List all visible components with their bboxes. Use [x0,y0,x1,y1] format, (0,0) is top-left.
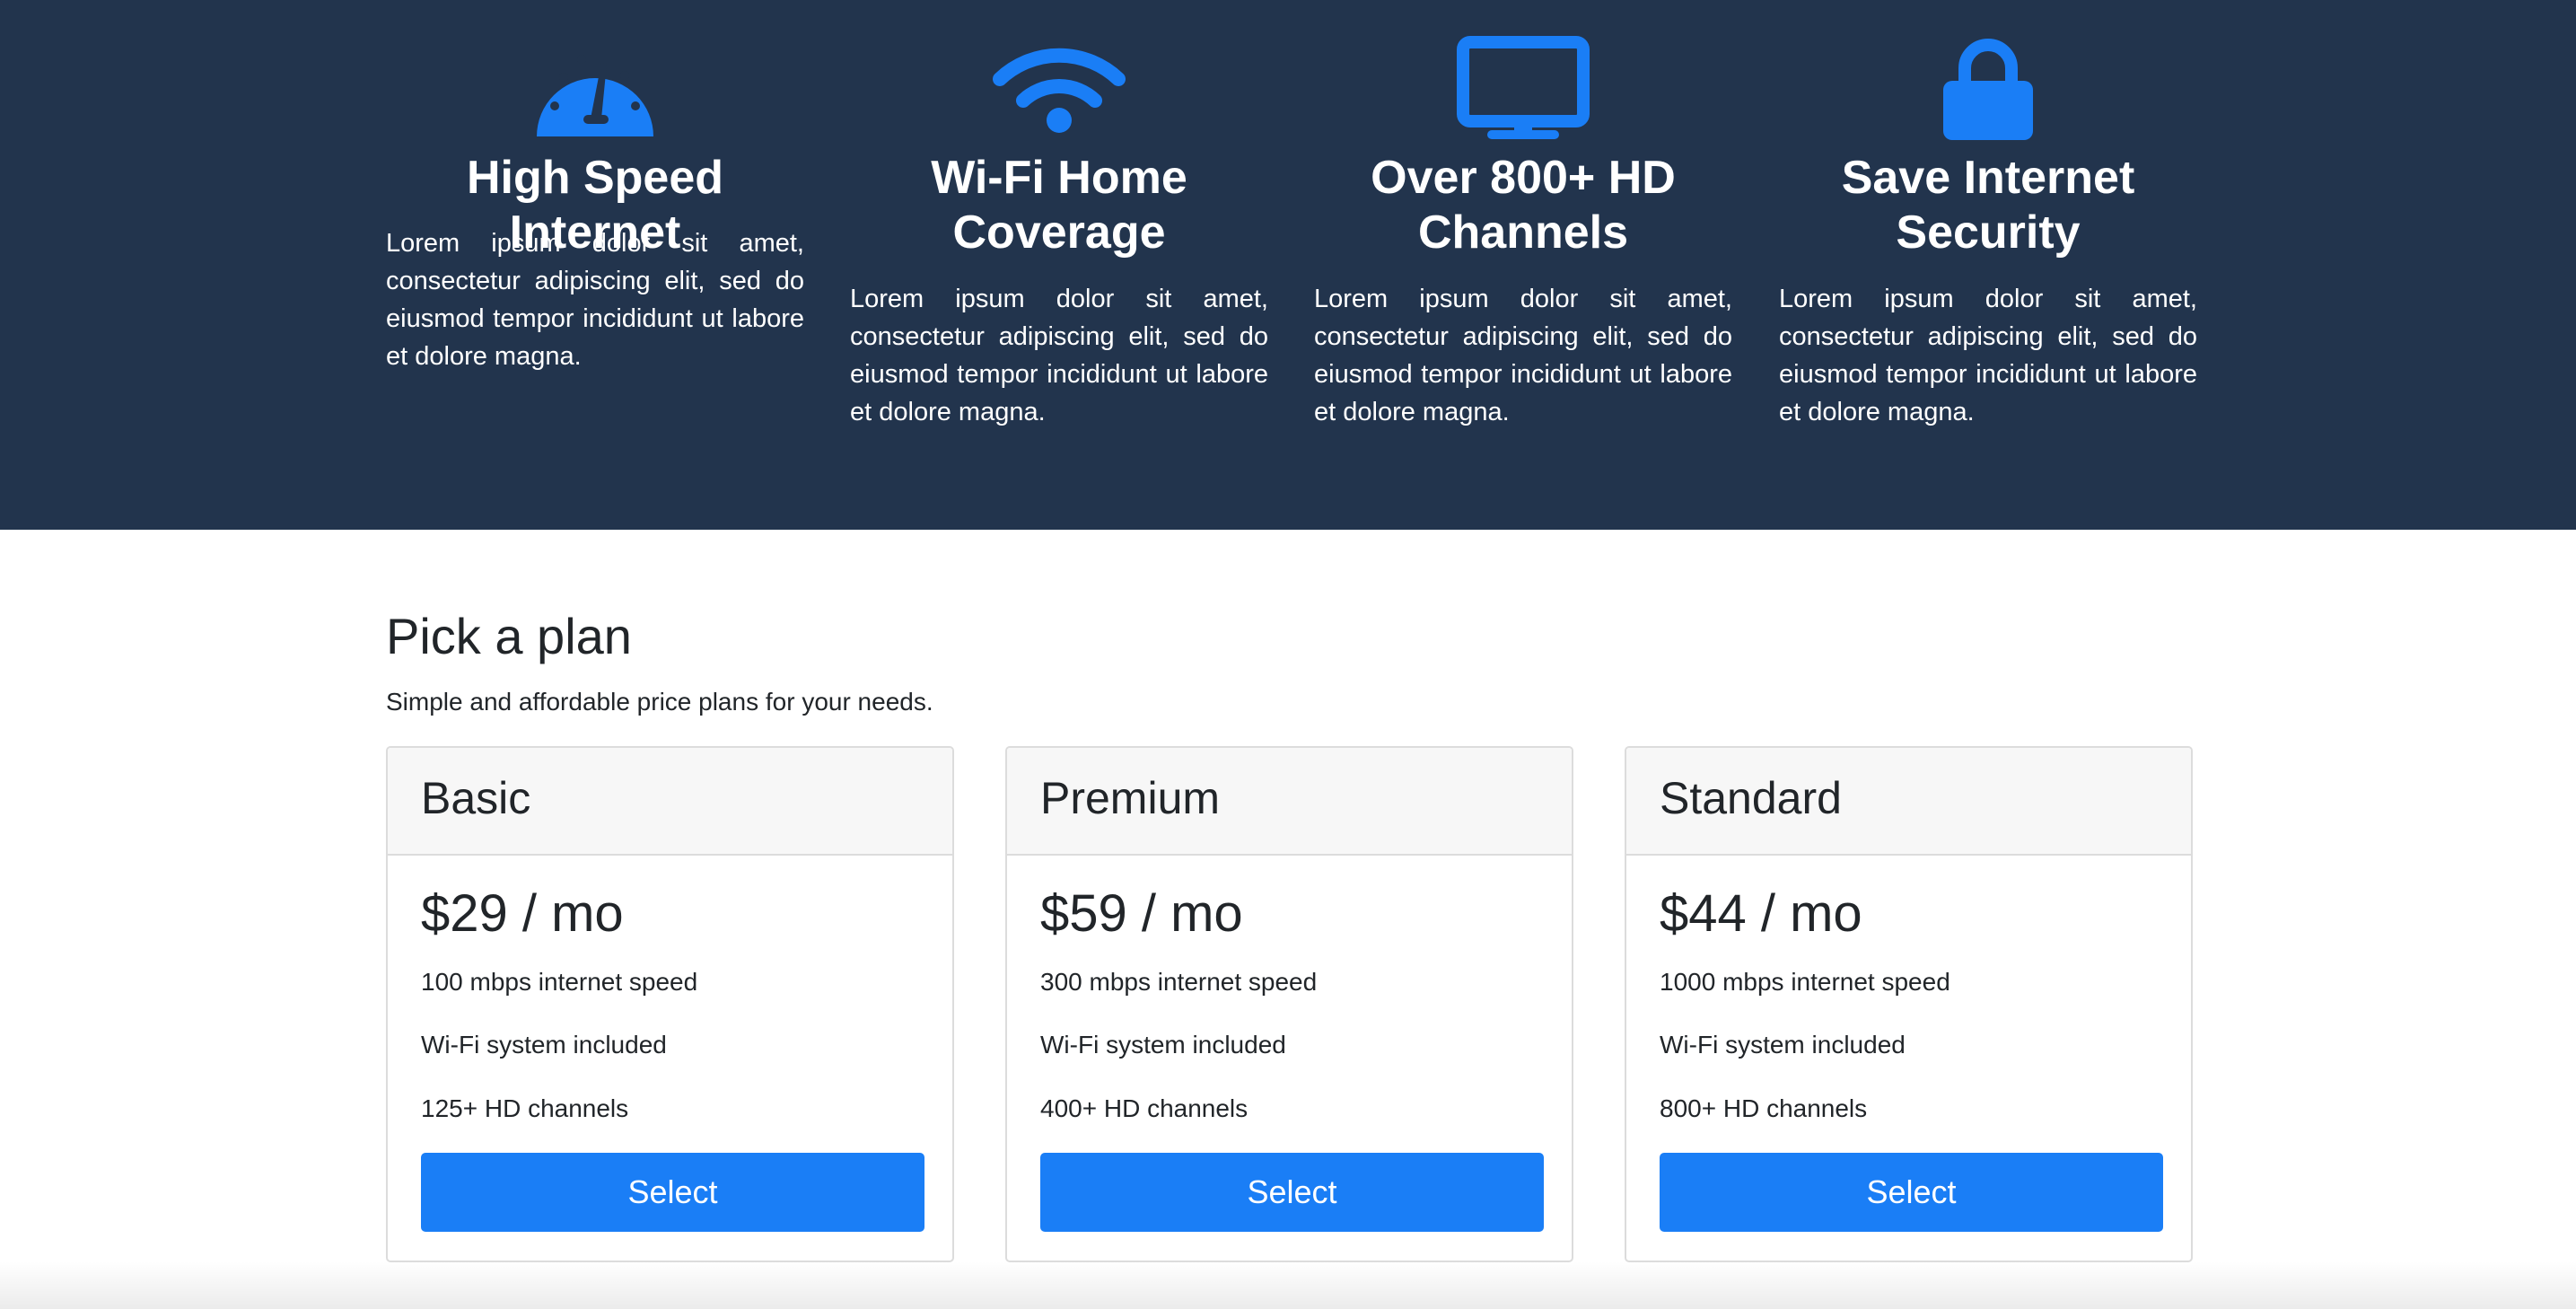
plan-feature: 1000 mbps internet speed [1660,968,1950,996]
select-premium-button[interactable]: Select [1040,1153,1544,1232]
plan-name: Basic [421,773,531,823]
plan-name: Standard [1660,773,1842,823]
feature-title: Save Internet Security [1779,151,2197,260]
plan-feature: 400+ HD channels [1040,1094,1249,1122]
feature-title: Wi-Fi Home Coverage [850,151,1268,260]
plan-feature: 125+ HD channels [421,1094,629,1122]
feature-description: Lorem ipsum dolor sit amet, consectetur … [1314,285,1732,426]
plan-feature: Wi-Fi system included [1040,1031,1286,1059]
plan-feature: 800+ HD channels [1660,1094,1868,1122]
plan-price: $59 / mo [1040,884,1243,943]
footer-shadow [0,1261,2576,1309]
wifi-icon [850,41,1268,149]
feature-description: Lorem ipsum dolor sit amet, consectetur … [386,229,804,371]
feature-title-line: Channels [1417,206,1629,259]
feature-title-line: Save Internet [1841,152,2135,204]
lock-icon [1779,36,2197,144]
plan-card-header: Premium [1007,748,1572,856]
plan-card-standard: Standard $44 / mo 1000 mbps internet spe… [1625,746,2193,1262]
plan-price: $29 / mo [421,884,624,943]
plan-card-header: Basic [388,748,952,856]
feature-title-line: Wi-Fi Home [931,152,1187,204]
select-basic-button[interactable]: Select [421,1153,924,1232]
plans-subheading: Simple and affordable price plans for yo… [386,688,933,716]
speedometer-icon [386,43,804,151]
plan-feature: Wi-Fi system included [421,1031,667,1059]
feature-title-line: Over 800+ HD [1371,152,1676,204]
feature-description: Lorem ipsum dolor sit amet, consectetur … [1779,285,2197,426]
plan-price: $44 / mo [1660,884,1862,943]
feature-title: Over 800+ HD Channels [1314,151,1732,260]
plan-feature: 300 mbps internet speed [1040,968,1318,996]
plan-feature: 100 mbps internet speed [421,968,698,996]
features-section: High Speed Internet Lorem ipsum dolor si… [0,0,2576,530]
plan-card-premium: Premium $59 / mo 300 mbps internet speed… [1005,746,1573,1262]
plan-feature: Wi-Fi system included [1660,1031,1906,1059]
plans-heading: Pick a plan [386,608,632,664]
plan-card-header: Standard [1626,748,2191,856]
feature-title-line: Coverage [952,206,1166,259]
feature-description: Lorem ipsum dolor sit amet, consectetur … [850,285,1268,426]
plan-card-basic: Basic $29 / mo 100 mbps internet speed W… [386,746,954,1262]
tv-icon [1314,36,1732,144]
select-standard-button[interactable]: Select [1660,1153,2163,1232]
feature-title-line: Security [1896,206,2081,259]
plan-name: Premium [1040,773,1221,823]
